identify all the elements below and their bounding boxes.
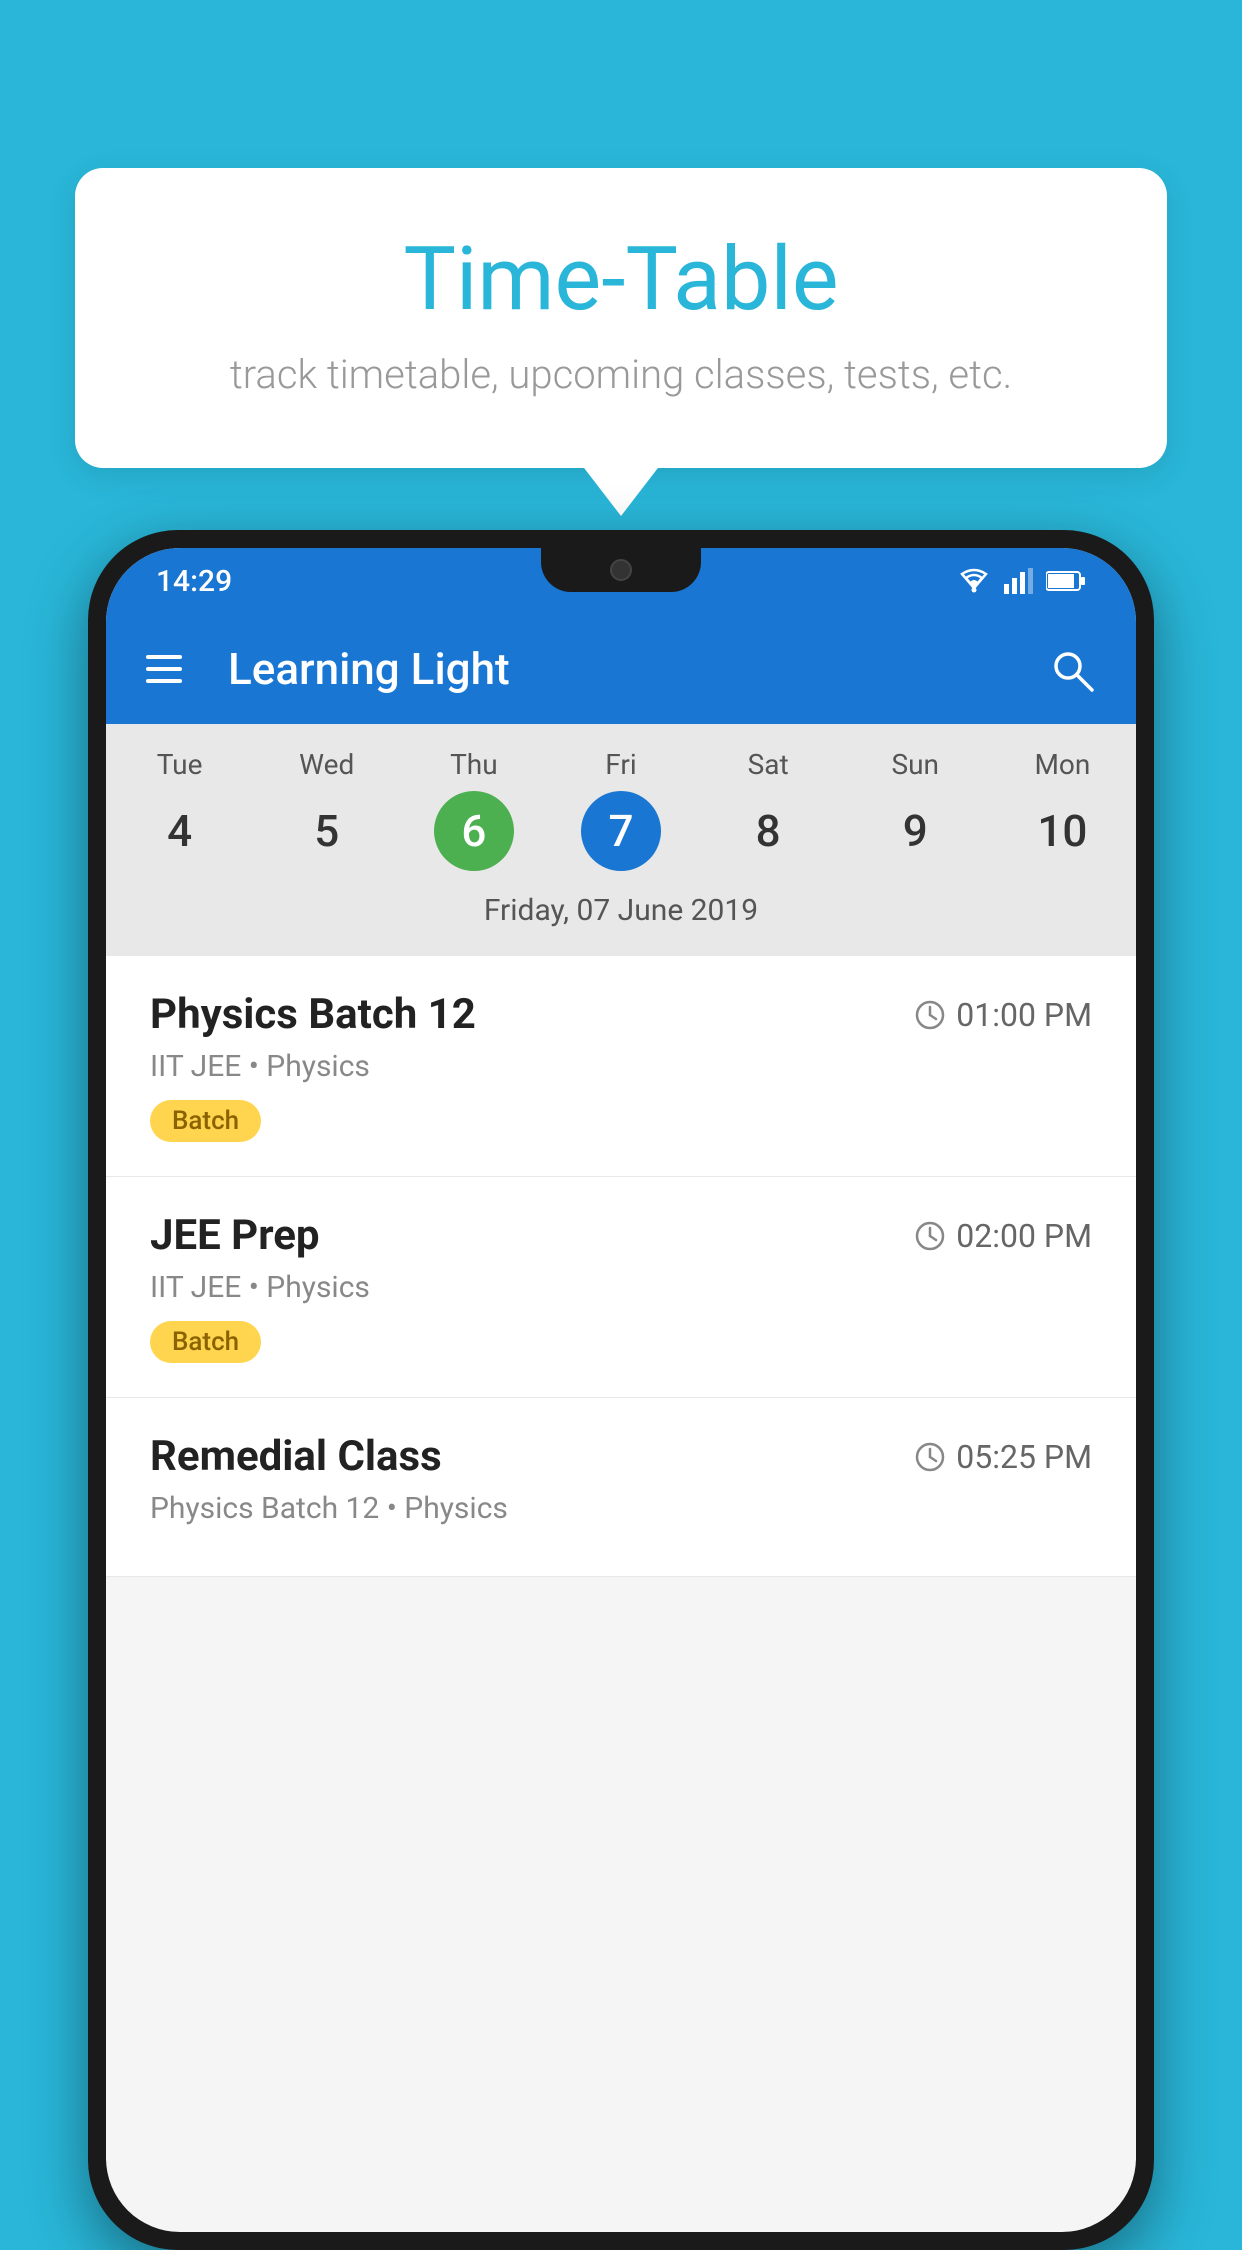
day-header-sat: Sat xyxy=(695,748,842,781)
phone-inner: 14:29 xyxy=(106,548,1136,2232)
day-4[interactable]: 4 xyxy=(106,791,253,871)
day-8[interactable]: 8 xyxy=(695,791,842,871)
batch-tag-2: Batch xyxy=(150,1321,261,1363)
clock-icon-1 xyxy=(914,999,946,1031)
battery-icon xyxy=(1046,570,1086,592)
phone-notch xyxy=(541,548,701,592)
day-header-fri: Fri xyxy=(547,748,694,781)
day-6-today[interactable]: 6 xyxy=(434,791,514,871)
class-item-2[interactable]: JEE Prep 02:00 PM IIT JEE • Physics Batc… xyxy=(106,1177,1136,1398)
day-9[interactable]: 9 xyxy=(842,791,989,871)
hamburger-menu-icon[interactable] xyxy=(146,655,182,683)
calendar-strip: Tue Wed Thu Fri Sat Sun Mon 4 5 6 7 8 9 … xyxy=(106,724,1136,956)
tooltip-card: Time-Table track timetable, upcoming cla… xyxy=(75,168,1167,468)
status-time: 14:29 xyxy=(156,564,232,599)
day-header-wed: Wed xyxy=(253,748,400,781)
tooltip-subtitle: track timetable, upcoming classes, tests… xyxy=(155,351,1087,398)
class-info-2: IIT JEE • Physics xyxy=(150,1270,1092,1305)
clock-icon-2 xyxy=(914,1220,946,1252)
phone-frame: 14:29 xyxy=(88,530,1154,2250)
class-list: Physics Batch 12 01:00 PM IIT JEE • Phys… xyxy=(106,956,1136,1577)
class-header-2: JEE Prep 02:00 PM xyxy=(150,1211,1092,1260)
class-header-1: Physics Batch 12 01:00 PM xyxy=(150,990,1092,1039)
class-header-3: Remedial Class 05:25 PM xyxy=(150,1432,1092,1481)
day-5[interactable]: 5 xyxy=(253,791,400,871)
status-icons xyxy=(956,568,1086,594)
tooltip-title: Time-Table xyxy=(155,228,1087,331)
app-title: Learning Light xyxy=(228,643,1016,695)
day-header-sun: Sun xyxy=(842,748,989,781)
day-numbers: 4 5 6 7 8 9 10 xyxy=(106,791,1136,871)
search-button[interactable] xyxy=(1046,644,1096,694)
class-item-1[interactable]: Physics Batch 12 01:00 PM IIT JEE • Phys… xyxy=(106,956,1136,1177)
clock-icon-3 xyxy=(914,1441,946,1473)
day-header-thu: Thu xyxy=(400,748,547,781)
batch-tag-1: Batch xyxy=(150,1100,261,1142)
class-info-3: Physics Batch 12 • Physics xyxy=(150,1491,1092,1526)
class-time-3: 05:25 PM xyxy=(914,1438,1092,1476)
signal-icon xyxy=(1004,568,1034,594)
class-info-1: IIT JEE • Physics xyxy=(150,1049,1092,1084)
day-10[interactable]: 10 xyxy=(989,791,1136,871)
class-time-1: 01:00 PM xyxy=(914,996,1092,1034)
selected-date-label: Friday, 07 June 2019 xyxy=(106,885,1136,946)
class-time-2: 02:00 PM xyxy=(914,1217,1092,1255)
class-item-3[interactable]: Remedial Class 05:25 PM Physics Batch 12… xyxy=(106,1398,1136,1577)
front-camera xyxy=(610,559,632,581)
app-bar: Learning Light xyxy=(106,614,1136,724)
class-name-2: JEE Prep xyxy=(150,1211,320,1260)
class-name-3: Remedial Class xyxy=(150,1432,442,1481)
wifi-icon xyxy=(956,568,992,594)
day-header-mon: Mon xyxy=(989,748,1136,781)
day-7-selected[interactable]: 7 xyxy=(581,791,661,871)
day-header-tue: Tue xyxy=(106,748,253,781)
day-headers: Tue Wed Thu Fri Sat Sun Mon xyxy=(106,748,1136,781)
class-name-1: Physics Batch 12 xyxy=(150,990,476,1039)
